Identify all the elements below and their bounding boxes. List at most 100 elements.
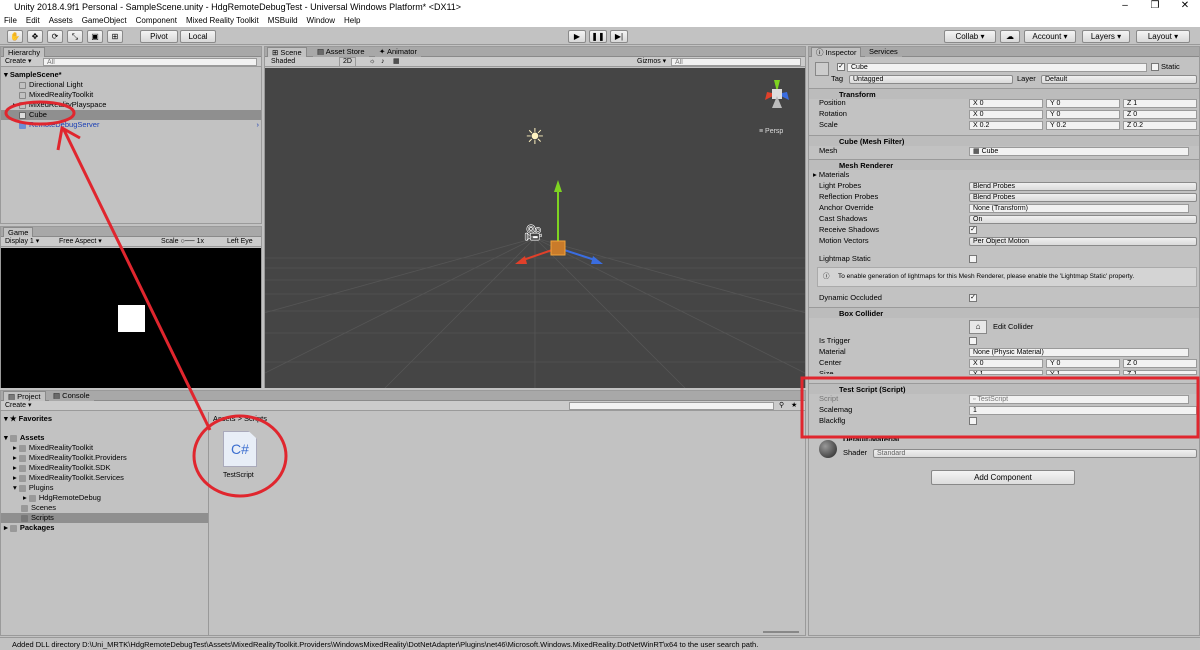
persp-label[interactable]: ≡ Persp xyxy=(759,128,783,135)
layers-button[interactable]: Layers ▾ xyxy=(1082,30,1130,43)
tab-inspector[interactable]: ⓘ Inspector xyxy=(811,47,862,57)
scale-z-field[interactable]: Z 0.2 xyxy=(1123,121,1197,130)
tag-dropdown[interactable]: Untagged xyxy=(849,75,1013,84)
layout-button[interactable]: Layout ▾ xyxy=(1136,30,1190,43)
zoom-slider[interactable] xyxy=(763,631,799,633)
folder-item[interactable]: ▸ MixedRealityToolkit.Providers xyxy=(13,453,127,463)
center-x-field[interactable]: X 0 xyxy=(969,359,1043,368)
scale-y-field[interactable]: Y 0.2 xyxy=(1046,121,1120,130)
tab-project[interactable]: ▤ Project xyxy=(3,391,46,401)
close-icon[interactable]: ✕ xyxy=(1170,0,1200,14)
blackflg-checkbox[interactable] xyxy=(969,417,977,425)
orientation-gizmo[interactable] xyxy=(755,72,799,116)
cast-shadows-dropdown[interactable]: On xyxy=(969,215,1197,224)
scene-view[interactable]: ☀ 🎥︎ ≡ Persp xyxy=(265,68,805,388)
menu-file[interactable]: File xyxy=(4,14,17,27)
effects-icon[interactable]: ▦ xyxy=(393,57,400,67)
size-x-field[interactable]: X 1 xyxy=(969,370,1043,375)
menu-msbuild[interactable]: MSBuild xyxy=(268,14,298,27)
tab-game[interactable]: Game xyxy=(3,227,34,237)
static-checkbox[interactable] xyxy=(1151,63,1159,71)
play-icon[interactable]: ▶ xyxy=(568,30,586,43)
folder-item[interactable]: Scenes xyxy=(21,503,56,513)
scene-root[interactable]: ▾ SampleScene* xyxy=(4,70,62,80)
eye-dropdown[interactable]: Left Eye xyxy=(227,237,253,247)
project-create-button[interactable]: Create ▾ xyxy=(5,401,31,411)
favorites-item[interactable]: ▾ ★ Favorites xyxy=(4,414,52,424)
2d-toggle[interactable]: 2D xyxy=(339,57,356,67)
hierarchy-search-input[interactable]: All xyxy=(43,58,257,66)
folder-item[interactable]: ▸ HdgRemoteDebug xyxy=(23,493,101,503)
rotation-z-field[interactable]: Z 0 xyxy=(1123,110,1197,119)
folder-item[interactable]: ▸ MixedRealityToolkit.SDK xyxy=(13,463,111,473)
add-component-button[interactable]: Add Component xyxy=(931,470,1075,485)
shading-dropdown[interactable]: Shaded xyxy=(271,57,295,67)
collab-button[interactable]: Collab ▾ xyxy=(944,30,996,43)
rotate-tool-icon[interactable]: ⟳ xyxy=(47,30,63,43)
transform-tool-icon[interactable]: ⊞ xyxy=(107,30,123,43)
edit-collider-icon[interactable]: ⌂ xyxy=(969,320,987,334)
hierarchy-item-light[interactable]: Directional Light xyxy=(19,80,83,90)
transform-header[interactable]: Transform xyxy=(809,88,1199,99)
tab-console[interactable]: ▤ Console xyxy=(49,391,94,401)
scene-search-input[interactable]: All xyxy=(671,58,801,66)
menu-window[interactable]: Window xyxy=(307,14,335,27)
tab-hierarchy[interactable]: Hierarchy xyxy=(3,47,46,57)
position-x-field[interactable]: X 0 xyxy=(969,99,1043,108)
anchor-override-field[interactable]: None (Transform) xyxy=(969,204,1189,213)
lightmap-static-checkbox[interactable] xyxy=(969,255,977,263)
hierarchy-create-button[interactable]: Create ▾ xyxy=(5,57,31,67)
scalemag-field[interactable]: 1 xyxy=(969,406,1197,415)
folder-item[interactable]: ▸ MixedRealityToolkit xyxy=(13,443,93,453)
project-search-input[interactable] xyxy=(569,402,774,410)
account-button[interactable]: Account ▾ xyxy=(1024,30,1076,43)
position-z-field[interactable]: Z 1 xyxy=(1123,99,1197,108)
center-z-field[interactable]: Z 0 xyxy=(1123,359,1197,368)
rotation-y-field[interactable]: Y 0 xyxy=(1046,110,1120,119)
menu-mrtk[interactable]: Mixed Reality Toolkit xyxy=(186,14,259,27)
scale-slider[interactable]: Scale ○── 1x xyxy=(161,237,204,247)
csharp-file-icon[interactable]: C# xyxy=(223,431,257,467)
object-name-field[interactable]: Cube xyxy=(847,63,1147,72)
tab-scene[interactable]: ⊞ Scene xyxy=(267,47,307,57)
meshfilter-header[interactable]: Cube (Mesh Filter) xyxy=(809,135,1199,146)
hierarchy-item-mrtk[interactable]: MixedRealityToolkit xyxy=(19,90,93,100)
menu-edit[interactable]: Edit xyxy=(26,14,40,27)
folder-item[interactable]: ▸ MixedRealityToolkit.Services xyxy=(13,473,124,483)
menu-gameobject[interactable]: GameObject xyxy=(82,14,127,27)
hand-tool-icon[interactable]: ✋ xyxy=(7,30,23,43)
light-probes-dropdown[interactable]: Blend Probes xyxy=(969,182,1197,191)
rotation-x-field[interactable]: X 0 xyxy=(969,110,1043,119)
step-icon[interactable]: ▶| xyxy=(610,30,628,43)
local-button[interactable]: Local xyxy=(180,30,216,43)
hierarchy-item-playspace[interactable]: ▸ MixedRealityPlayspace xyxy=(13,100,106,110)
size-y-field[interactable]: Y 1 xyxy=(1046,370,1120,375)
tab-animator[interactable]: ✦ Animator xyxy=(375,47,421,57)
filter-icon[interactable]: ⚲ xyxy=(779,401,784,411)
menu-assets[interactable]: Assets xyxy=(49,14,73,27)
maximize-icon[interactable]: ❐ xyxy=(1140,0,1170,14)
move-tool-icon[interactable]: ✥ xyxy=(27,30,43,43)
dynamic-occluded-checkbox[interactable]: ✓ xyxy=(969,294,977,302)
menu-help[interactable]: Help xyxy=(344,14,360,27)
layer-dropdown[interactable]: Default xyxy=(1041,75,1197,84)
cloud-icon[interactable]: ☁ xyxy=(1000,30,1020,43)
pause-icon[interactable]: ❚❚ xyxy=(589,30,607,43)
boxcollider-header[interactable]: Box Collider xyxy=(809,307,1199,318)
game-view[interactable] xyxy=(1,248,261,388)
meshrenderer-header[interactable]: Mesh Renderer xyxy=(809,159,1199,170)
menu-component[interactable]: Component xyxy=(136,14,177,27)
mesh-field[interactable]: ▦ Cube xyxy=(969,147,1189,156)
gizmos-dropdown[interactable]: Gizmos ▾ xyxy=(637,57,666,67)
center-y-field[interactable]: Y 0 xyxy=(1046,359,1120,368)
reflection-probes-dropdown[interactable]: Blend Probes xyxy=(969,193,1197,202)
aspect-dropdown[interactable]: Free Aspect ▾ xyxy=(59,237,102,247)
scale-tool-icon[interactable]: ⤡ xyxy=(67,30,83,43)
lighting-icon[interactable]: ☼ xyxy=(369,57,375,67)
size-z-field[interactable]: Z 1 xyxy=(1123,370,1197,375)
folder-item[interactable]: ▾ Plugins xyxy=(13,483,53,493)
display-dropdown[interactable]: Display 1 ▾ xyxy=(5,237,39,247)
is-trigger-checkbox[interactable] xyxy=(969,337,977,345)
collider-material-field[interactable]: None (Physic Material) xyxy=(969,348,1189,357)
pivot-button[interactable]: Pivot xyxy=(140,30,178,43)
